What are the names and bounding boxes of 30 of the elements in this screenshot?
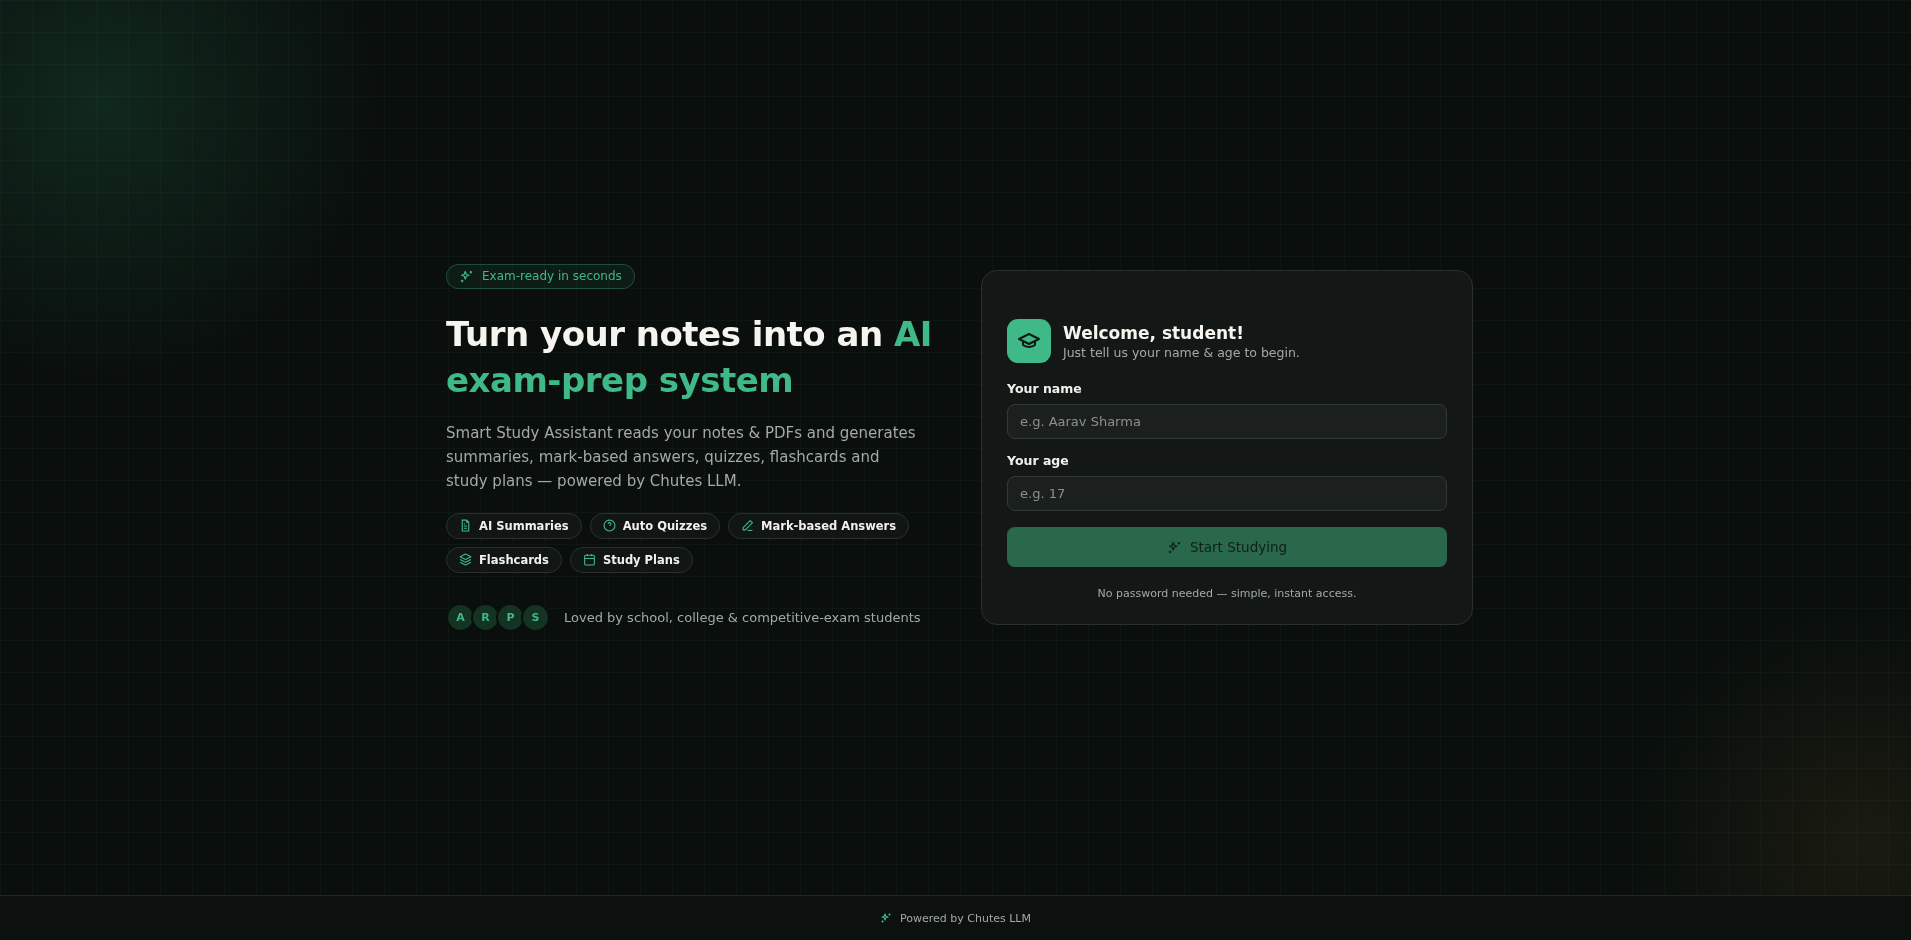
graduation-cap-icon: [1007, 319, 1051, 363]
document-icon: [459, 519, 472, 532]
hero-description: Smart Study Assistant reads your notes & PDFs and generates summaries, mark-based answers, quizzes, flashcards and study plans — powered by Chutes LLM.: [446, 422, 916, 492]
card-note: No password needed — simple, instant access.: [1096, 587, 1358, 600]
card-subtitle: Just tell us your name & age to begin.: [1063, 344, 1300, 360]
calendar-icon: [582, 553, 596, 566]
question-icon: [602, 519, 616, 532]
layers-icon: [459, 553, 472, 566]
feature-chip: Study Plans: [569, 546, 693, 573]
avatar-initial: P: [496, 602, 525, 632]
avatar-initial: R: [471, 602, 500, 632]
sparkle-icon: [459, 268, 474, 284]
sparkle-icon: [880, 912, 893, 924]
input-field[interactable]: e.g. 17: [1007, 476, 1447, 511]
feature-chip: Mark-based Answers: [728, 512, 910, 539]
feature-chip: AI Summaries: [446, 512, 582, 539]
avatar-initial: A: [446, 602, 475, 632]
pen-icon: [741, 519, 755, 532]
field-label: Your name: [1007, 381, 1083, 396]
footer-text: Powered by Chutes LLM: [900, 911, 1031, 925]
feature-chip: Flashcards: [446, 546, 562, 573]
feature-chip: Auto Quizzes: [589, 512, 721, 539]
field-label: Your age: [1007, 453, 1070, 468]
social-proof-text: Loved by school, college & competitive-exam students: [564, 609, 921, 625]
sparkle-icon: [1166, 539, 1182, 555]
avatar-initial: S: [521, 602, 550, 632]
tagline-badge: Exam-ready in seconds: [446, 263, 635, 289]
card-title: Welcome, student!: [1063, 322, 1245, 343]
input-field[interactable]: e.g. Aarav Sharma: [1007, 404, 1447, 439]
hero-title: Turn your notes into an AI exam-prep system: [446, 312, 933, 402]
